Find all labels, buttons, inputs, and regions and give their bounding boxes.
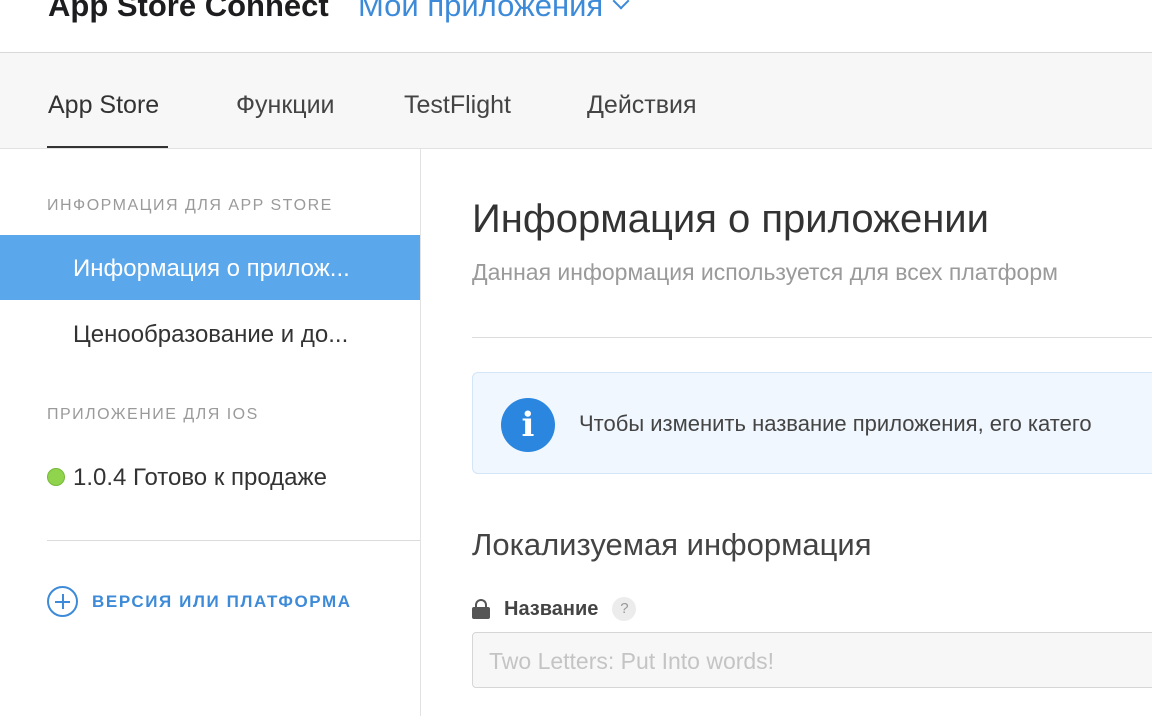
- top-bar: App Store Connect Мои приложения: [0, 0, 1152, 53]
- sidebar-item-pricing[interactable]: Ценообразование и до...: [0, 301, 420, 366]
- info-notice: i Чтобы изменить название приложения, ег…: [472, 372, 1152, 474]
- chevron-down-icon: [612, 0, 630, 10]
- plus-circle-icon: [47, 586, 78, 617]
- sidebar-item-label: Ценообразование и до...: [73, 321, 349, 348]
- main-content: Информация о приложении Данная информаци…: [421, 149, 1152, 716]
- tab-features[interactable]: Функции: [236, 91, 335, 120]
- sidebar: ИНФОРМАЦИЯ ДЛЯ APP STORE Информация о пр…: [0, 149, 421, 716]
- page-subtitle: Данная информация используется для всех …: [472, 259, 1058, 285]
- sidebar-item-label: Информация о прилож...: [73, 255, 350, 282]
- name-field-label-row: Название?: [472, 597, 637, 621]
- name-field-label: Название: [504, 597, 599, 620]
- add-version-button[interactable]: ВЕРСИЯ ИЛИ ПЛАТФОРМА: [47, 586, 352, 617]
- app-name-field[interactable]: Two Letters: Put Into words!: [472, 632, 1152, 688]
- sidebar-section-app-store: ИНФОРМАЦИЯ ДЛЯ APP STORE: [47, 197, 333, 214]
- tab-activity[interactable]: Действия: [587, 91, 697, 120]
- status-dot-icon: [47, 468, 65, 486]
- tab-app-store[interactable]: App Store: [48, 91, 159, 120]
- my-apps-menu-label: Мои приложения: [358, 0, 604, 23]
- sidebar-item-version[interactable]: 1.0.4 Готово к продаже: [47, 464, 327, 492]
- sidebar-section-ios: ПРИЛОЖЕНИЕ ДЛЯ IOS: [47, 406, 259, 423]
- tab-bar: App Store Функции TestFlight Действия: [0, 53, 1152, 149]
- page-title: Информация о приложении: [472, 197, 989, 241]
- content-divider: [472, 337, 1152, 338]
- info-icon: i: [501, 398, 555, 452]
- active-tab-indicator: [47, 146, 168, 148]
- app-title: App Store Connect: [48, 0, 329, 23]
- lock-icon: [472, 599, 490, 619]
- sidebar-divider: [47, 540, 420, 541]
- info-notice-text: Чтобы изменить название приложения, его …: [579, 411, 1092, 436]
- version-status-label: 1.0.4 Готово к продаже: [73, 464, 327, 491]
- sidebar-item-app-info[interactable]: Информация о прилож...: [0, 235, 420, 300]
- help-icon[interactable]: ?: [612, 597, 637, 621]
- add-version-label: ВЕРСИЯ ИЛИ ПЛАТФОРМА: [92, 591, 352, 611]
- localizable-section-title: Локализуемая информация: [472, 527, 872, 562]
- tab-testflight[interactable]: TestFlight: [404, 91, 511, 120]
- my-apps-menu[interactable]: Мои приложения: [358, 0, 630, 24]
